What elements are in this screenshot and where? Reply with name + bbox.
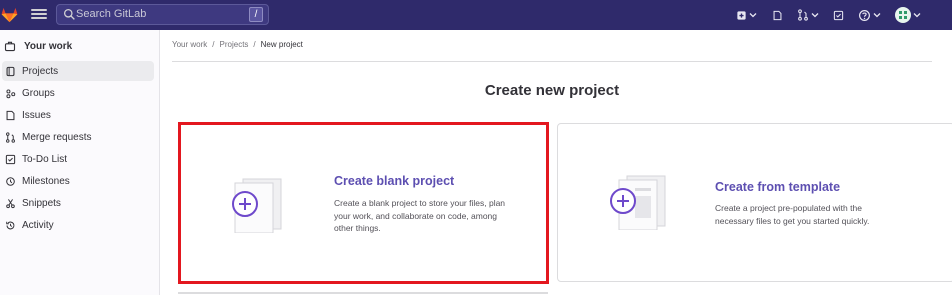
create-from-template-card[interactable]: Create from template Create a project pr… (557, 123, 952, 282)
group-icon (6, 88, 16, 98)
card-description-line: Create a project pre-populated with the (715, 203, 862, 213)
search-placeholder: Search GitLab (76, 8, 147, 20)
history-icon (6, 221, 15, 229)
breadcrumb-separator: / (212, 40, 215, 49)
sidebar-item-label: Milestones (22, 175, 70, 187)
next-card-top-edge (178, 292, 548, 294)
milestone-icon (6, 176, 15, 186)
page-title: Create new project (484, 82, 620, 99)
chevron-down-icon (913, 13, 921, 18)
todo-nav-button[interactable] (833, 7, 844, 23)
breadcrumb-your-work[interactable]: Your work (172, 40, 207, 49)
merge-request-icon (6, 131, 15, 143)
divider (172, 61, 932, 62)
search-icon (63, 8, 75, 20)
sidebar-header[interactable]: Your work (4, 38, 72, 54)
todo-icon (5, 154, 16, 164)
sidebar-item-activity[interactable]: Activity (2, 215, 154, 235)
sidebar-item-milestones[interactable]: Milestones (2, 171, 154, 191)
sidebar-item-label: Activity (22, 219, 54, 231)
plus-square-icon (737, 10, 746, 20)
sidebar-item-label: Merge requests (22, 131, 92, 143)
sidebar-item-todo-list[interactable]: To-Do List (2, 149, 154, 169)
sidebar-header-label: Your work (24, 40, 73, 52)
breadcrumb-projects[interactable]: Projects (220, 40, 249, 49)
user-menu-button[interactable] (895, 7, 921, 23)
issues-icon (773, 10, 782, 20)
breadcrumb: Your work / Projects / New project (172, 40, 303, 49)
issues-icon (6, 110, 15, 120)
card-title[interactable]: Create blank project (334, 174, 454, 188)
merge-request-icon (798, 9, 808, 21)
sidebar-item-label: Projects (22, 65, 59, 77)
sidebar-item-issues[interactable]: Issues (2, 105, 154, 125)
merge-requests-nav-button[interactable] (797, 7, 819, 23)
top-bar: Search GitLab / (0, 0, 952, 30)
card-title[interactable]: Create from template (715, 180, 840, 194)
card-description-line: necessary files to get you started quick… (715, 215, 870, 226)
chevron-down-icon (811, 13, 819, 18)
card-description-line: your work, and collaborate on code, amon… (334, 210, 498, 221)
snippet-icon (6, 198, 15, 208)
chevron-down-icon (873, 13, 881, 18)
blank-project-illustration-icon (232, 178, 282, 233)
card-description-line: Create a blank project to store your fil… (334, 198, 506, 208)
card-description: Create a project pre-populated with the … (715, 202, 869, 227)
avatar (895, 7, 911, 23)
menu-icon[interactable] (31, 7, 47, 23)
sidebar-item-label: Snippets (22, 197, 61, 209)
chevron-down-icon (749, 13, 757, 18)
create-new-button[interactable] (736, 7, 757, 23)
issues-nav-button[interactable] (772, 7, 783, 23)
sidebar: Your work Projects Groups Issues Merge r… (0, 30, 160, 295)
sidebar-item-merge-requests[interactable]: Merge requests (2, 127, 154, 147)
card-description-line: other things. (334, 223, 381, 233)
create-blank-project-card[interactable]: Create blank project Create a blank proj… (178, 122, 549, 284)
sidebar-item-groups[interactable]: Groups (2, 83, 154, 103)
sidebar-item-projects[interactable]: Projects (2, 61, 154, 81)
help-button[interactable] (858, 7, 881, 23)
project-icon (6, 66, 15, 76)
template-illustration-icon (610, 175, 666, 230)
todo-icon (833, 10, 844, 20)
help-icon (859, 9, 870, 21)
sidebar-item-snippets[interactable]: Snippets (2, 193, 154, 213)
breadcrumb-new-project[interactable]: New project (261, 40, 303, 49)
gitlab-logo-icon[interactable] (0, 4, 19, 26)
search-shortcut-key: / (249, 7, 263, 22)
work-icon (4, 41, 16, 52)
sidebar-item-label: To-Do List (22, 153, 68, 165)
breadcrumb-separator: / (253, 40, 256, 49)
sidebar-item-label: Groups (22, 87, 55, 99)
sidebar-item-label: Issues (22, 109, 51, 121)
search-input[interactable]: Search GitLab / (56, 4, 269, 25)
card-description: Create a blank project to store your fil… (334, 197, 505, 235)
